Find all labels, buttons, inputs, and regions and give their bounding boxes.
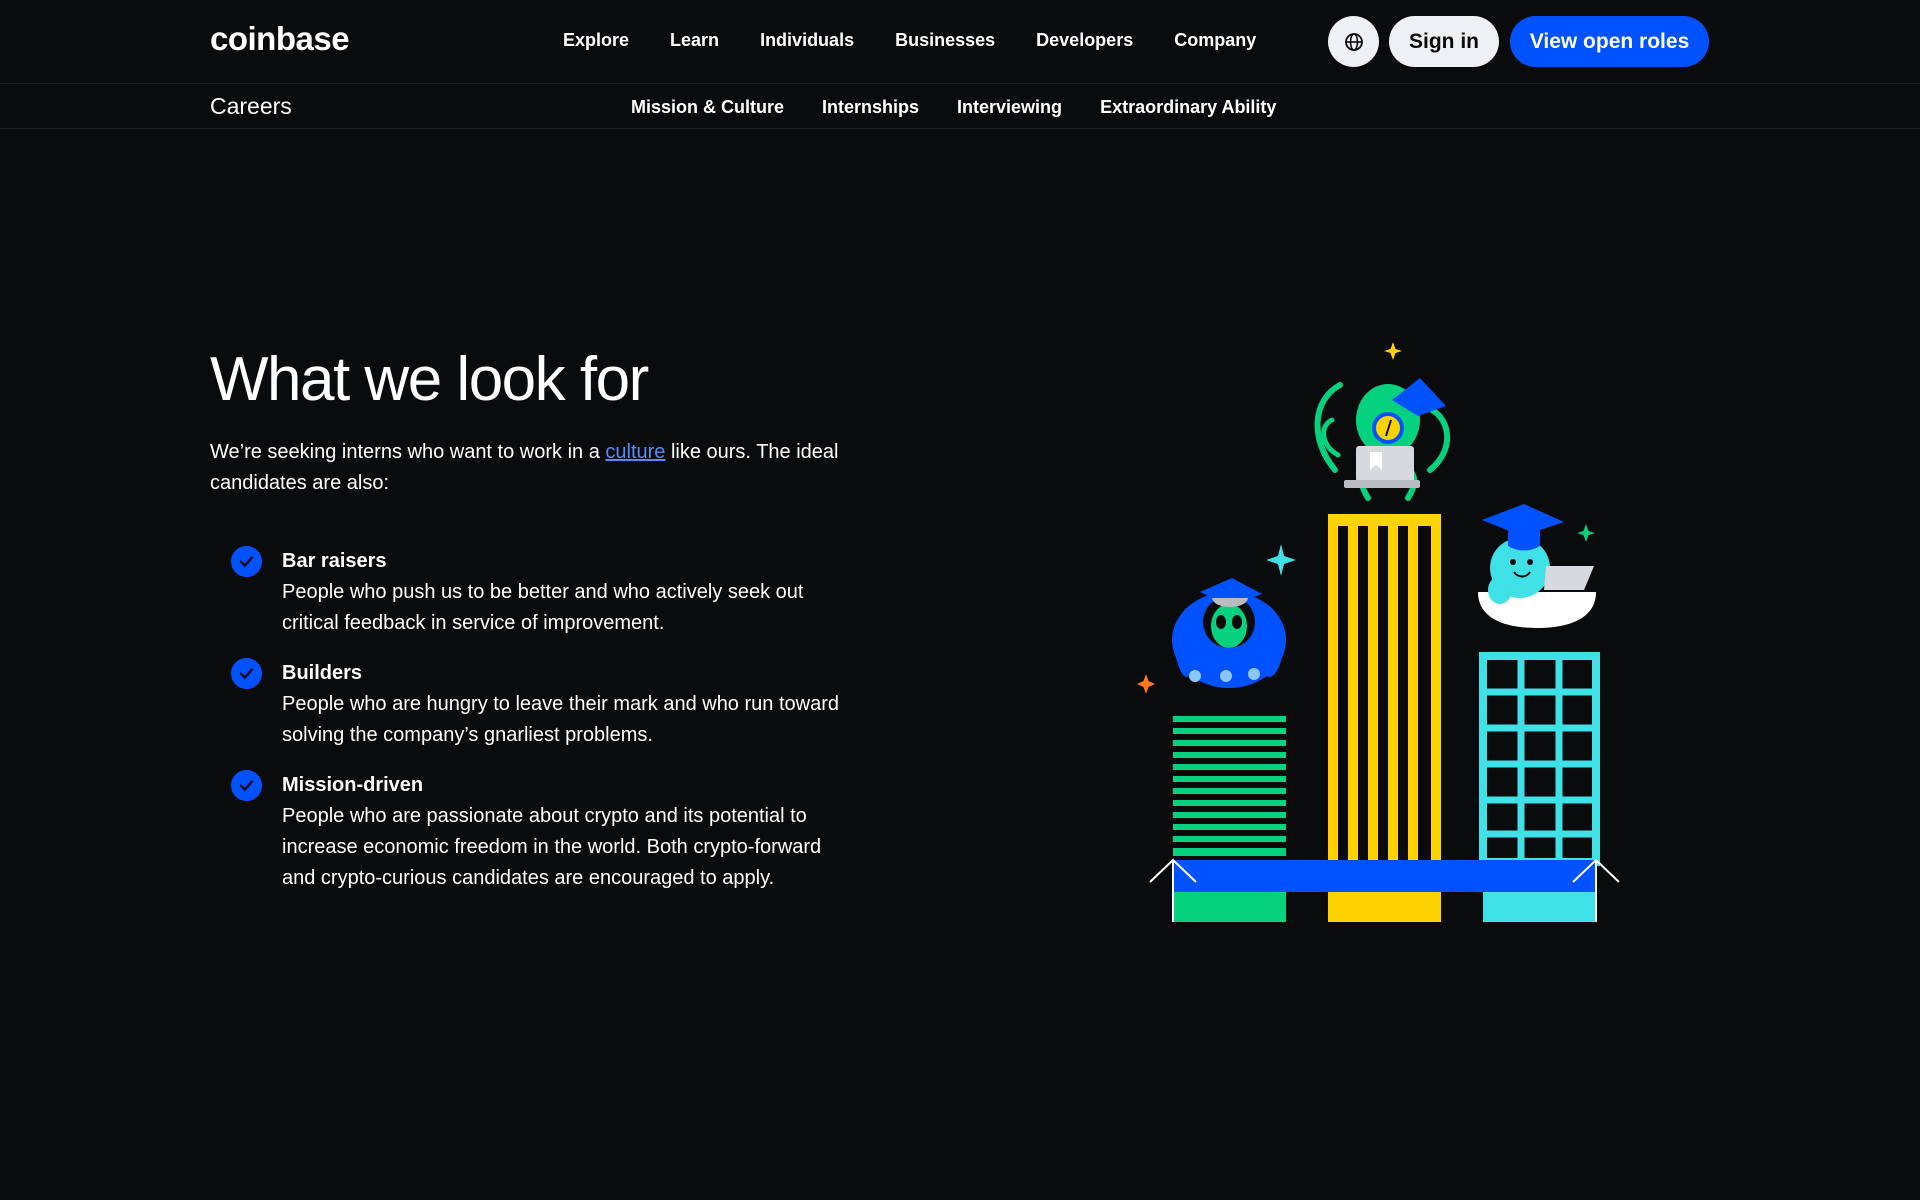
- checkmark-icon: [231, 546, 262, 577]
- coinbase-logo[interactable]: coinbase: [210, 20, 350, 58]
- subnav-extraordinary-ability[interactable]: Extraordinary Ability: [1100, 97, 1276, 118]
- quality-title: Bar raisers: [282, 550, 387, 572]
- qualities-list: Bar raisers People who push us to be bet…: [231, 546, 851, 913]
- sparkle-icon: [1137, 674, 1155, 694]
- sparkle-icon: [1266, 544, 1296, 576]
- nav-explore[interactable]: Explore: [563, 30, 629, 51]
- primary-nav: Explore Learn Individuals Businesses Dev…: [563, 30, 1256, 51]
- nav-individuals[interactable]: Individuals: [760, 30, 854, 51]
- sign-in-button[interactable]: Sign in: [1389, 16, 1499, 67]
- subnav-mission-culture[interactable]: Mission & Culture: [631, 97, 784, 118]
- language-button[interactable]: [1328, 16, 1379, 67]
- list-item: Mission-driven People who are passionate…: [231, 770, 851, 894]
- intro-text-before: We’re seeking interns who want to work i…: [210, 441, 606, 463]
- checkmark-icon: [231, 658, 262, 689]
- octopus-character: [1314, 378, 1451, 501]
- list-item: Bar raisers People who push us to be bet…: [231, 546, 851, 639]
- careers-title[interactable]: Careers: [210, 93, 292, 120]
- globe-icon: [1344, 32, 1363, 51]
- intro-paragraph: We’re seeking interns who want to work i…: [210, 437, 850, 499]
- top-navigation: coinbase Explore Learn Individuals Busin…: [0, 0, 1920, 84]
- blue-bridge: [1173, 860, 1596, 892]
- careers-nav-links: Mission & Culture Internships Interviewi…: [631, 97, 1276, 118]
- podium-illustration: [1137, 342, 1620, 922]
- quality-title: Mission-driven: [282, 774, 424, 796]
- nav-company[interactable]: Company: [1174, 30, 1256, 51]
- sparkle-icon: [1384, 342, 1402, 360]
- nav-learn[interactable]: Learn: [670, 30, 719, 51]
- quality-description: People who are passionate about crypto a…: [282, 805, 822, 889]
- culture-link[interactable]: culture: [605, 441, 665, 463]
- subnav-interviewing[interactable]: Interviewing: [957, 97, 1062, 118]
- nav-developers[interactable]: Developers: [1036, 30, 1133, 51]
- alien-character: [1172, 578, 1286, 688]
- quality-title: Builders: [282, 662, 363, 684]
- quality-description: People who are hungry to leave their mar…: [282, 693, 839, 746]
- quality-description: People who push us to be better and who …: [282, 581, 804, 634]
- view-open-roles-button[interactable]: View open roles: [1510, 16, 1709, 67]
- blob-character: [1478, 504, 1596, 628]
- page-title: What we look for: [210, 345, 649, 414]
- subnav-internships[interactable]: Internships: [822, 97, 919, 118]
- sparkle-icon: [1577, 524, 1595, 542]
- list-item: Builders People who are hungry to leave …: [231, 658, 851, 751]
- nav-businesses[interactable]: Businesses: [895, 30, 995, 51]
- careers-subnav: Careers Mission & Culture Internships In…: [0, 85, 1920, 129]
- checkmark-icon: [231, 770, 262, 801]
